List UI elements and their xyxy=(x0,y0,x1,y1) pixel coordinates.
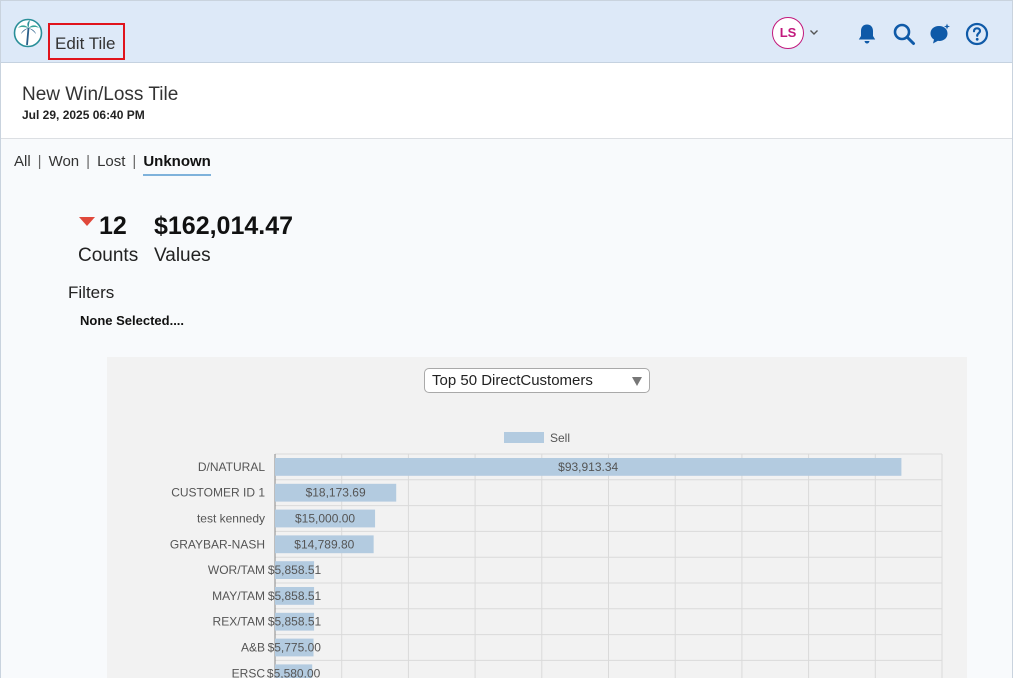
data-label: $5,775.00 xyxy=(268,641,322,655)
trend-down-icon xyxy=(79,217,95,226)
total-value: $162,014.47 xyxy=(154,212,294,240)
data-label: $5,858.51 xyxy=(268,589,322,603)
app-frame: Edit Tile LS New Win/Loss Tile Jul 29, 2… xyxy=(0,0,1013,678)
category-label: ERSC xyxy=(232,666,266,678)
legend-label: Sell xyxy=(550,431,570,445)
category-label: A&B xyxy=(241,641,265,655)
chevron-down-icon[interactable] xyxy=(807,25,821,39)
user-avatar[interactable]: LS xyxy=(772,17,804,49)
status-tabs: All | Won | Lost | Unknown xyxy=(14,153,211,177)
data-label: $18,173.69 xyxy=(306,486,366,500)
data-label: $14,789.80 xyxy=(294,537,354,551)
bell-icon[interactable] xyxy=(855,22,879,46)
category-label: WOR/TAM xyxy=(208,563,265,577)
tab-separator: | xyxy=(37,153,42,170)
data-label: $5,858.51 xyxy=(268,563,322,577)
caret-down-icon xyxy=(632,377,642,386)
filters-value: None Selected.... xyxy=(80,313,185,328)
data-label: $93,913.34 xyxy=(558,460,618,474)
tab-unknown[interactable]: Unknown xyxy=(143,153,211,176)
category-label: test kennedy xyxy=(197,512,265,526)
category-label: D/NATURAL xyxy=(198,460,265,474)
tile-date: Jul 29, 2025 06:40 PM xyxy=(22,108,145,122)
tab-won[interactable]: Won xyxy=(49,153,80,170)
tab-separator: | xyxy=(132,153,137,170)
top-header: Edit Tile LS xyxy=(1,1,1012,63)
count-label: Counts xyxy=(78,245,139,266)
bar-chart: Sell D/NATURAL $93,913.34 CUSTOMER ID 1 $18,… xyxy=(170,431,943,678)
comment-icon[interactable] xyxy=(928,22,952,46)
tile-content: All | Won | Lost | Unknown 12 $162,014.47 Coun… xyxy=(1,139,1012,678)
data-label: $5,580.00 xyxy=(267,666,321,678)
tab-separator: | xyxy=(86,153,91,170)
edit-tile-button[interactable]: Edit Tile xyxy=(48,23,125,60)
help-icon[interactable] xyxy=(965,22,989,46)
edit-tile-label: Edit Tile xyxy=(55,34,116,53)
select-value: Top 50 DirectCustomers xyxy=(432,372,593,389)
filters-label: Filters xyxy=(68,283,115,302)
chart-panel: Sell D/NATURAL $93,913.34 CUSTOMER ID 1 $18,… xyxy=(107,357,967,678)
category-label: GRAYBAR-NASH xyxy=(170,537,265,551)
data-label: $5,858.51 xyxy=(268,615,322,629)
palm-tree-logo-icon[interactable] xyxy=(13,18,43,48)
count-value: 12 xyxy=(99,212,127,240)
tab-all[interactable]: All xyxy=(14,153,31,170)
search-icon[interactable] xyxy=(892,22,916,46)
value-label: Values xyxy=(154,245,211,266)
data-label: $15,000.00 xyxy=(295,512,355,526)
tab-lost[interactable]: Lost xyxy=(97,153,125,170)
category-label: REX/TAM xyxy=(213,615,265,629)
tile-title-section: New Win/Loss Tile Jul 29, 2025 06:40 PM xyxy=(1,63,1012,139)
legend-swatch xyxy=(504,432,544,443)
tile-title: New Win/Loss Tile xyxy=(22,84,179,105)
category-label: MAY/TAM xyxy=(212,589,265,603)
category-label: CUSTOMER ID 1 xyxy=(171,486,265,500)
customer-scope-select[interactable]: Top 50 DirectCustomers xyxy=(424,368,650,393)
